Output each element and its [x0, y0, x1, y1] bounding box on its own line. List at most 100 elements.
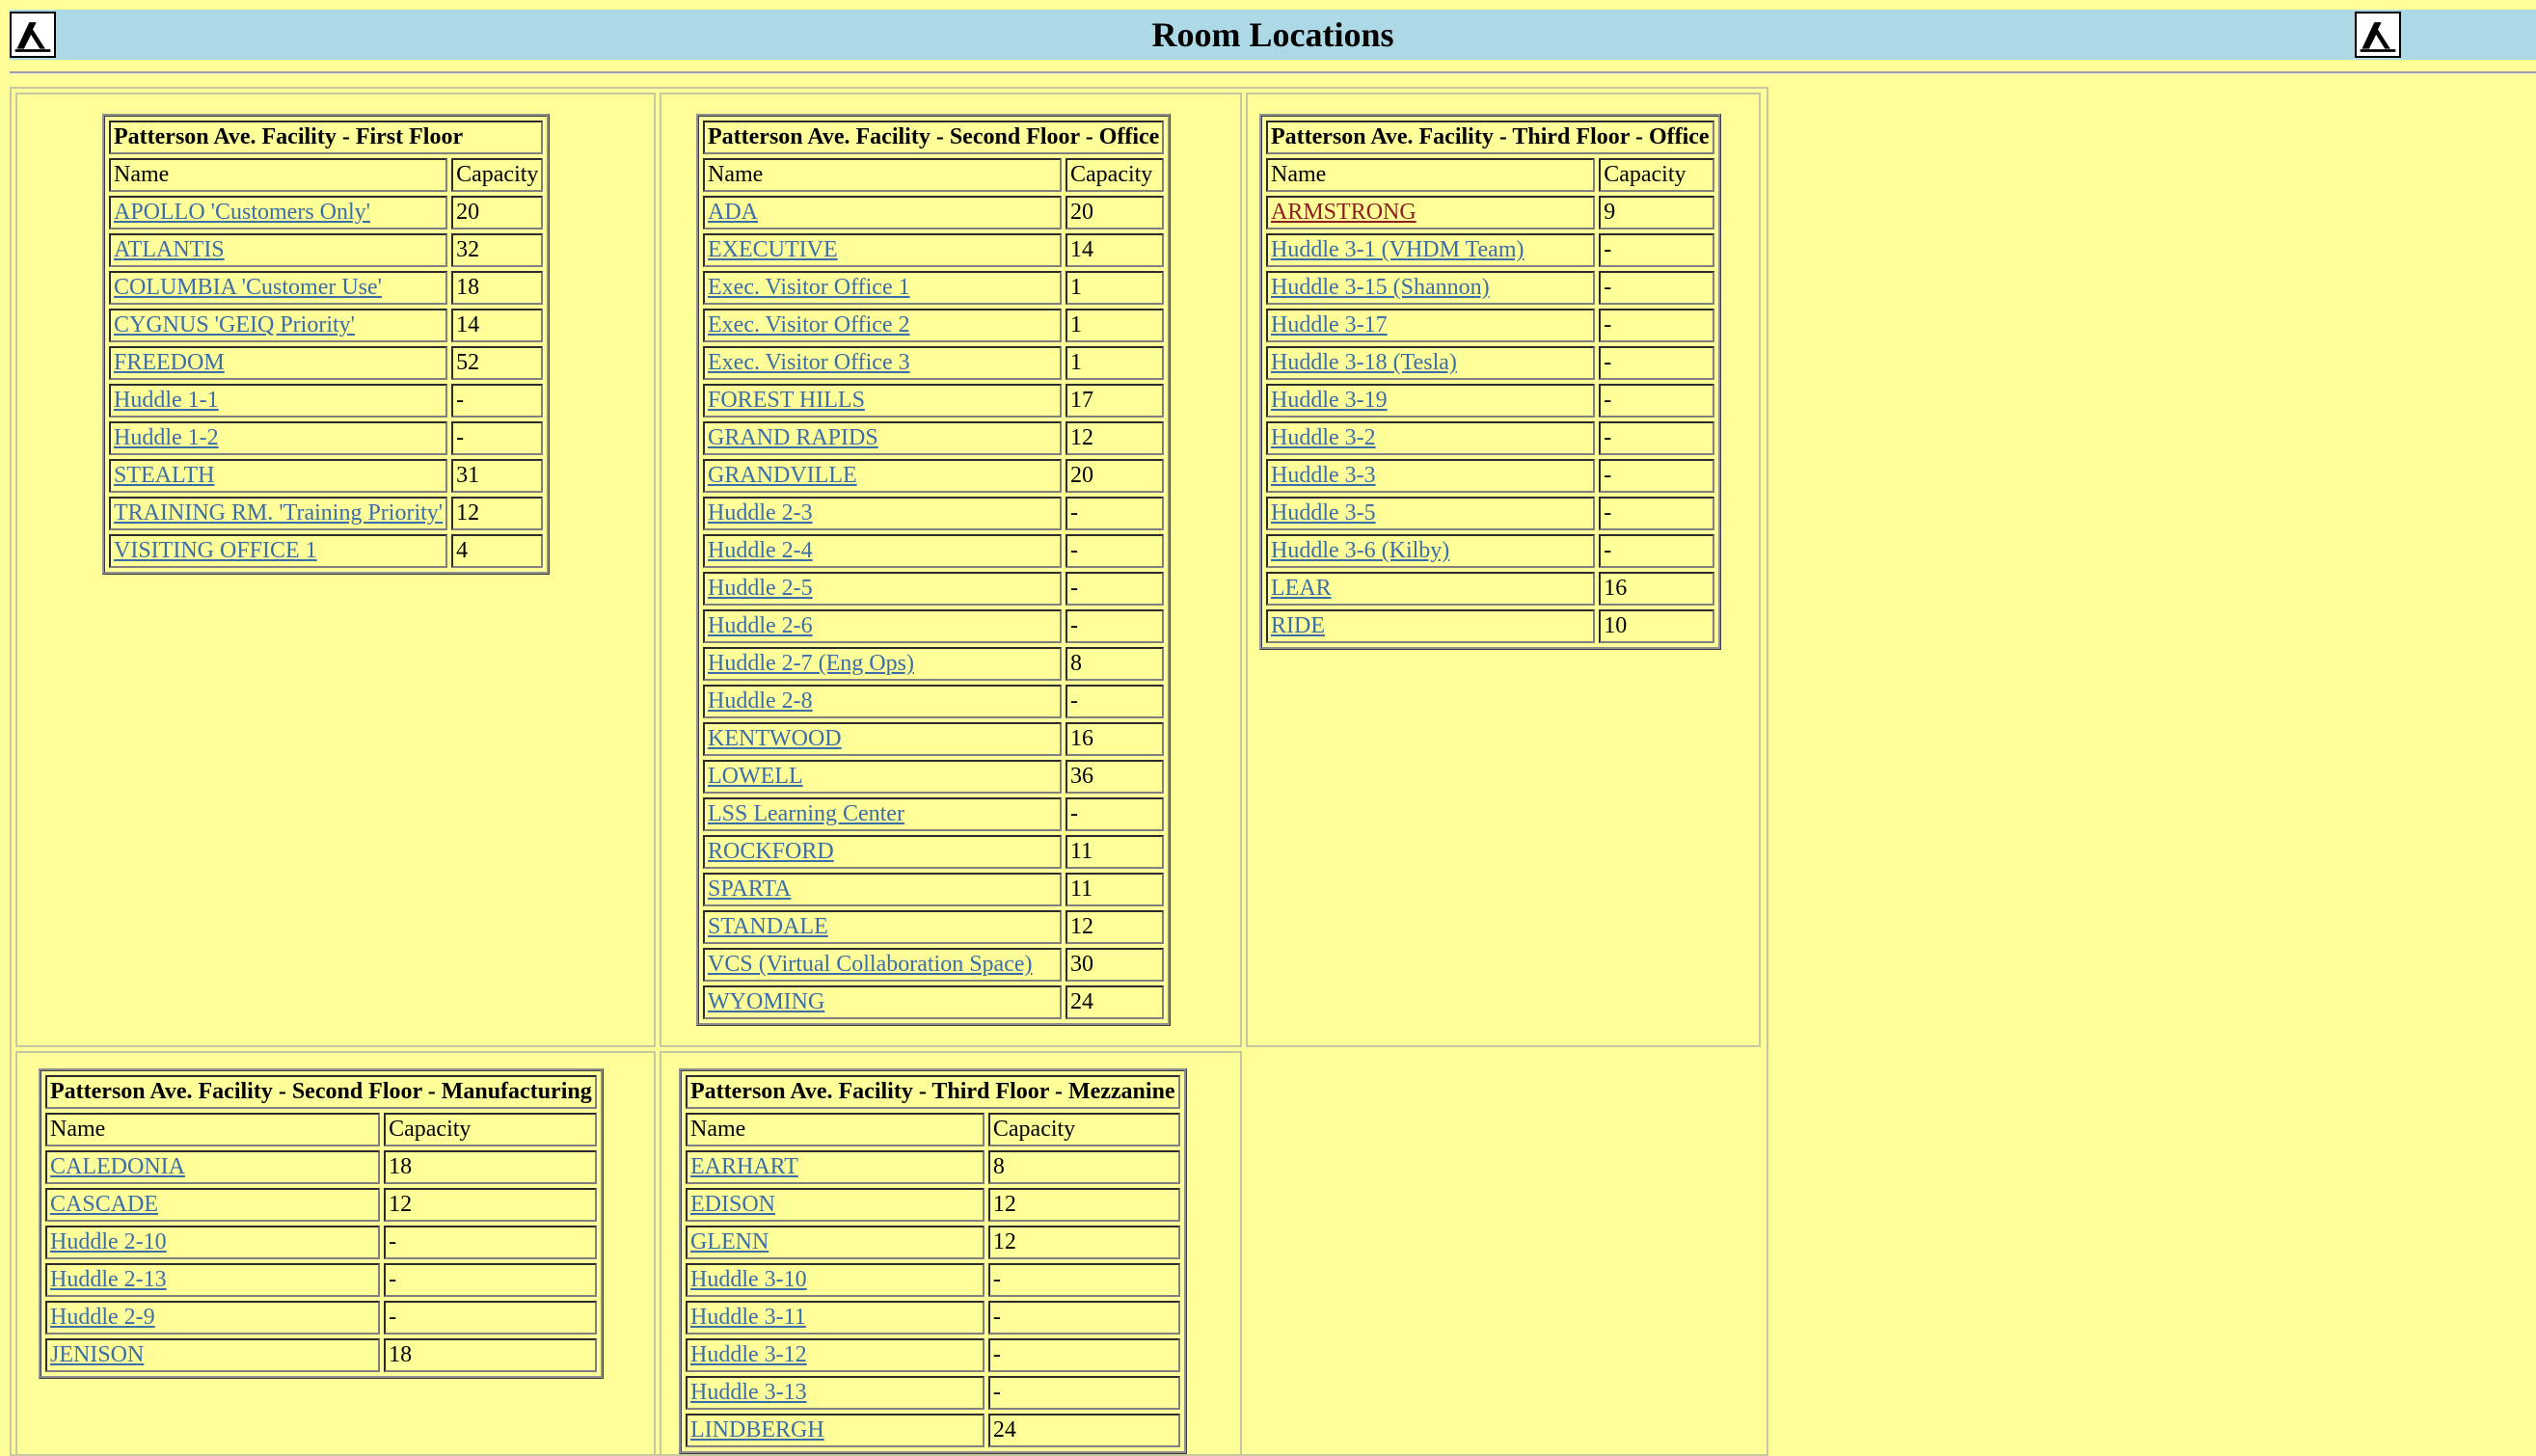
table-row: Huddle 1-2 -	[109, 421, 544, 455]
room-link[interactable]: Huddle 3-12	[690, 1342, 807, 1367]
room-link[interactable]: ARMSTRONG	[1271, 200, 1416, 225]
room-name-cell: ROCKFORD	[703, 835, 1062, 869]
room-link[interactable]: Huddle 1-1	[114, 388, 219, 413]
room-link[interactable]: VISITING OFFICE 1	[114, 538, 317, 563]
room-name-cell: Huddle 2-10	[45, 1226, 381, 1259]
table-row: GRANDVILLE 20	[703, 459, 1165, 493]
room-link[interactable]: Huddle 2-3	[708, 500, 813, 526]
column-header-capacity: Capacity	[1599, 158, 1714, 192]
room-link[interactable]: Huddle 2-9	[50, 1305, 155, 1330]
header-bar: Room Locations	[10, 10, 2536, 60]
room-link[interactable]: TRAINING RM. 'Training Priority'	[114, 500, 443, 526]
room-link[interactable]: Huddle 2-4	[708, 538, 813, 563]
room-link[interactable]: SPARTA	[708, 876, 791, 902]
room-name-cell: CYGNUS 'GEIQ Priority'	[109, 309, 448, 342]
room-capacity-cell: -	[1599, 309, 1714, 342]
room-link[interactable]: Huddle 3-19	[1271, 388, 1388, 413]
room-capacity-cell: 9	[1599, 196, 1714, 229]
room-name-cell: GLENN	[686, 1226, 985, 1259]
room-capacity-cell: 1	[1066, 309, 1165, 342]
room-link[interactable]: Huddle 2-8	[708, 688, 813, 714]
room-link[interactable]: LINDBERGH	[690, 1417, 824, 1443]
yellow-pages-walking-fingers-icon	[2355, 12, 2401, 58]
table-header-row: Name Capacity	[1266, 158, 1714, 192]
room-link[interactable]: JENISON	[50, 1342, 144, 1367]
room-link[interactable]: EDISON	[690, 1192, 775, 1217]
room-capacity-cell: -	[1599, 346, 1714, 380]
room-name-cell: Huddle 2-3	[703, 497, 1062, 530]
room-name-cell: RIDE	[1266, 609, 1596, 643]
room-link[interactable]: Huddle 3-15 (Shannon)	[1271, 275, 1490, 300]
room-name-cell: Huddle 2-7 (Eng Ops)	[703, 647, 1062, 681]
room-link[interactable]: Huddle 2-13	[50, 1267, 167, 1292]
room-link[interactable]: Exec. Visitor Office 1	[708, 275, 910, 300]
room-link[interactable]: Huddle 3-1 (VHDM Team)	[1271, 237, 1524, 262]
room-link[interactable]: Huddle 3-3	[1271, 463, 1376, 488]
room-name-cell: EXECUTIVE	[703, 233, 1062, 267]
room-link[interactable]: Huddle 3-6 (Kilby)	[1271, 538, 1449, 563]
table-row: EDISON 12	[686, 1188, 1180, 1222]
room-link[interactable]: CALEDONIA	[50, 1154, 185, 1179]
room-link[interactable]: COLUMBIA 'Customer Use'	[114, 275, 382, 300]
room-link[interactable]: GRANDVILLE	[708, 463, 857, 488]
room-link[interactable]: KENTWOOD	[708, 726, 842, 751]
room-link[interactable]: APOLLO 'Customers Only'	[114, 200, 370, 225]
room-link[interactable]: Huddle 3-5	[1271, 500, 1376, 526]
room-capacity-cell: -	[1066, 572, 1165, 606]
room-link[interactable]: Huddle 3-17	[1271, 312, 1388, 337]
room-capacity-cell: -	[1599, 421, 1714, 455]
room-capacity-cell: 32	[451, 233, 544, 267]
room-capacity-cell: 12	[384, 1188, 597, 1222]
table-header-row: Name Capacity	[45, 1113, 597, 1146]
table-row: LEAR 16	[1266, 572, 1714, 606]
room-capacity-cell: -	[1066, 497, 1165, 530]
room-link[interactable]: CASCADE	[50, 1192, 158, 1217]
room-link[interactable]: ADA	[708, 200, 758, 225]
room-link[interactable]: LEAR	[1271, 576, 1332, 601]
room-link[interactable]: Huddle 3-13	[690, 1380, 807, 1405]
room-capacity-cell: 18	[451, 271, 544, 305]
room-link[interactable]: RIDE	[1271, 613, 1325, 638]
room-name-cell: ADA	[703, 196, 1062, 229]
room-link[interactable]: FOREST HILLS	[708, 388, 865, 413]
room-link[interactable]: GLENN	[690, 1229, 769, 1254]
room-capacity-cell: 36	[1066, 760, 1165, 794]
room-link[interactable]: Huddle 3-18 (Tesla)	[1271, 350, 1457, 375]
room-link[interactable]: LSS Learning Center	[708, 801, 904, 826]
room-link[interactable]: Huddle 2-10	[50, 1229, 167, 1254]
room-capacity-cell: -	[1599, 497, 1714, 530]
table-row: GRAND RAPIDS 12	[703, 421, 1165, 455]
room-link[interactable]: Huddle 2-6	[708, 613, 813, 638]
room-link[interactable]: ROCKFORD	[708, 839, 834, 864]
room-link[interactable]: Huddle 3-2	[1271, 425, 1376, 450]
room-link[interactable]: WYOMING	[708, 989, 824, 1014]
table-row: Huddle 3-10 -	[686, 1263, 1180, 1297]
room-link[interactable]: Huddle 3-11	[690, 1305, 806, 1330]
room-name-cell: KENTWOOD	[703, 722, 1062, 756]
table-row: Huddle 2-4 -	[703, 534, 1165, 568]
room-link[interactable]: CYGNUS 'GEIQ Priority'	[114, 312, 355, 337]
room-link[interactable]: Exec. Visitor Office 2	[708, 312, 910, 337]
room-link[interactable]: STANDALE	[708, 914, 828, 939]
room-link[interactable]: STEALTH	[114, 463, 214, 488]
room-link[interactable]: FREEDOM	[114, 350, 225, 375]
table-row: FOREST HILLS 17	[703, 384, 1165, 418]
room-link[interactable]: Huddle 2-7 (Eng Ops)	[708, 651, 914, 676]
room-name-cell: Huddle 3-11	[686, 1301, 985, 1335]
room-link[interactable]: GRAND RAPIDS	[708, 425, 878, 450]
room-link[interactable]: Huddle 1-2	[114, 425, 219, 450]
room-link[interactable]: Exec. Visitor Office 3	[708, 350, 910, 375]
room-name-cell: Huddle 3-2	[1266, 421, 1596, 455]
room-capacity-cell: 1	[1066, 271, 1165, 305]
room-link[interactable]: VCS (Virtual Collaboration Space)	[708, 952, 1033, 977]
room-capacity-cell: 12	[1066, 910, 1165, 944]
room-link[interactable]: ATLANTIS	[114, 237, 225, 262]
room-link[interactable]: LOWELL	[708, 764, 803, 789]
room-link[interactable]: EARHART	[690, 1154, 798, 1179]
room-link[interactable]: Huddle 3-10	[690, 1267, 807, 1292]
room-link[interactable]: Huddle 2-5	[708, 576, 813, 601]
table-header-row: Name Capacity	[703, 158, 1165, 192]
room-link[interactable]: EXECUTIVE	[708, 237, 838, 262]
room-name-cell: TRAINING RM. 'Training Priority'	[109, 497, 448, 530]
table-row: Huddle 3-18 (Tesla) -	[1266, 346, 1714, 380]
